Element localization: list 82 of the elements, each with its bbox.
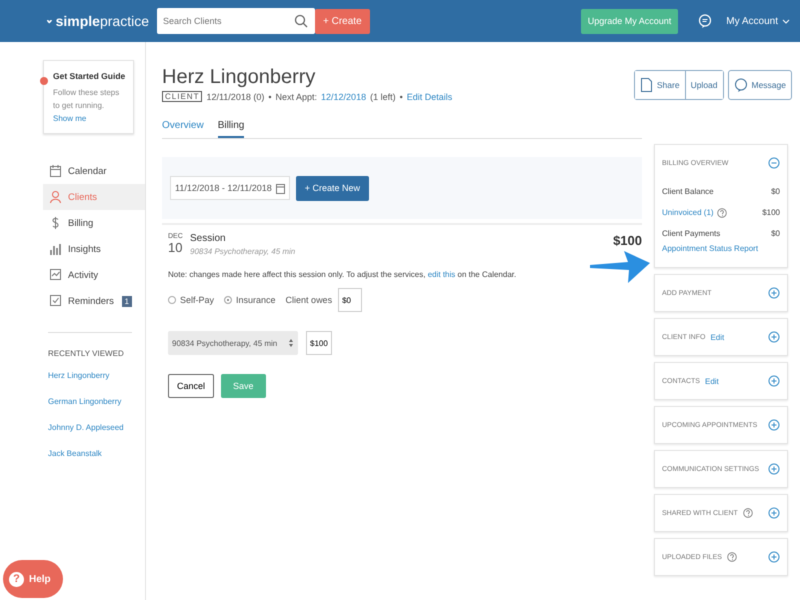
session-amount: $100 <box>613 233 642 250</box>
row-label: Client Payments <box>662 229 720 238</box>
date-range-field[interactable]: 11/12/2018 - 12/11/2018 <box>170 176 290 200</box>
message-button[interactable]: Message <box>728 70 792 100</box>
chat-icon[interactable] <box>698 14 712 28</box>
radio-button[interactable] <box>224 296 232 304</box>
client-tag: CLIENT <box>162 91 202 102</box>
expand-icon[interactable] <box>768 551 780 563</box>
tab[interactable]: Overview <box>162 120 204 138</box>
service-select[interactable]: 90834 Psychotherapy, 45 min <box>168 331 298 355</box>
client-link[interactable]: Herz Lingonberry <box>48 371 145 380</box>
help-button[interactable]: ? Help <box>3 560 63 598</box>
calendar-icon <box>49 164 62 178</box>
bullet: • <box>400 92 403 102</box>
nav-item[interactable]: Insights <box>43 236 145 262</box>
checkbox-icon <box>49 294 62 308</box>
upload-button[interactable]: Upload <box>684 71 722 99</box>
section-heading: RECENTLY VIEWED <box>48 349 125 358</box>
edit-this-link[interactable]: edit this <box>428 270 456 279</box>
meta-text: 12/11/2018 (0) <box>206 92 264 102</box>
nav-item[interactable]: Clients <box>43 184 145 210</box>
session-service: 90834 Psychotherapy, 45 min <box>190 247 296 256</box>
tab[interactable]: Billing <box>218 120 244 138</box>
guide-title: Get Started Guide <box>53 71 126 81</box>
sort-icon <box>288 338 294 348</box>
session-title: Session <box>190 233 227 244</box>
create-new-button[interactable]: + Create New <box>296 176 370 200</box>
show-me-link[interactable]: Show me <box>53 114 86 123</box>
radio-label: Self-Pay <box>180 295 214 305</box>
row-value: $100 <box>762 208 780 217</box>
expand-icon[interactable] <box>768 375 780 387</box>
expand-icon[interactable] <box>768 287 780 299</box>
nav-item[interactable]: Billing <box>43 210 145 236</box>
expand-icon[interactable] <box>768 331 780 343</box>
meta-text: (1 left) <box>370 92 396 102</box>
logo-text: simplepractice <box>56 13 149 29</box>
edit-link[interactable]: Edit <box>710 332 724 342</box>
collapse-icon[interactable] <box>768 157 780 169</box>
edit-link[interactable]: Edit <box>704 376 719 386</box>
chart-icon <box>49 268 62 282</box>
radio-button[interactable] <box>168 296 176 304</box>
meta-text: Next Appt: <box>276 92 318 102</box>
cancel-button[interactable]: Cancel <box>168 374 214 398</box>
person-icon <box>49 190 62 204</box>
nav-item[interactable]: Reminders 1 <box>43 288 145 314</box>
price-field[interactable]: $100 <box>306 331 332 355</box>
expand-icon[interactable] <box>768 419 780 431</box>
upgrade-button[interactable]: Upgrade My Account <box>580 8 678 34</box>
calendar-icon <box>276 182 285 194</box>
save-button[interactable]: Save <box>221 374 266 398</box>
row-value: $0 <box>771 187 780 196</box>
row-value: $0 <box>771 229 780 238</box>
create-button[interactable]: + Create <box>315 8 370 34</box>
note-text: Note: changes made here affect this session only. To adjust the services, edit this on the Calendar. <box>168 270 518 279</box>
client-link[interactable]: Jack Beanstalk <box>48 449 145 458</box>
search-field[interactable]: Search Clients <box>157 8 315 34</box>
row-label: Client Balance <box>662 187 714 196</box>
nav-item[interactable]: Calendar <box>43 158 145 184</box>
expand-icon[interactable] <box>768 507 780 519</box>
document-icon <box>640 78 653 92</box>
radio-label: Insurance <box>236 295 276 305</box>
nav-item[interactable]: Activity <box>43 262 145 288</box>
session-day: 10 <box>168 240 190 255</box>
uninvoiced-link[interactable]: Uninvoiced (1) <box>662 208 727 218</box>
status-dot <box>40 77 48 85</box>
chevron-icon <box>782 18 790 24</box>
report-link[interactable]: Appointment Status Report <box>662 244 780 253</box>
appointment-link[interactable]: 12/12/2018 <box>321 92 366 102</box>
expand-icon[interactable] <box>768 463 780 475</box>
client-link[interactable]: Johnny D. Appleseed <box>48 423 145 432</box>
bar-chart-icon <box>49 242 62 256</box>
help-icon <box>716 208 727 218</box>
bullet: • <box>268 92 272 102</box>
client-owes-field[interactable]: $0 <box>338 288 362 312</box>
field-label: Client owes <box>286 295 332 305</box>
account-menu[interactable]: My Account <box>726 16 790 26</box>
client-name: Herz Lingonberry <box>162 66 316 89</box>
chat-icon <box>734 78 748 92</box>
guide-text: Follow these steps to get running. Show me <box>53 87 120 125</box>
count-badge: 1 <box>122 296 132 306</box>
client-link[interactable]: German Lingonberry <box>48 397 145 406</box>
edit-details-link[interactable]: Edit Details <box>406 92 452 102</box>
